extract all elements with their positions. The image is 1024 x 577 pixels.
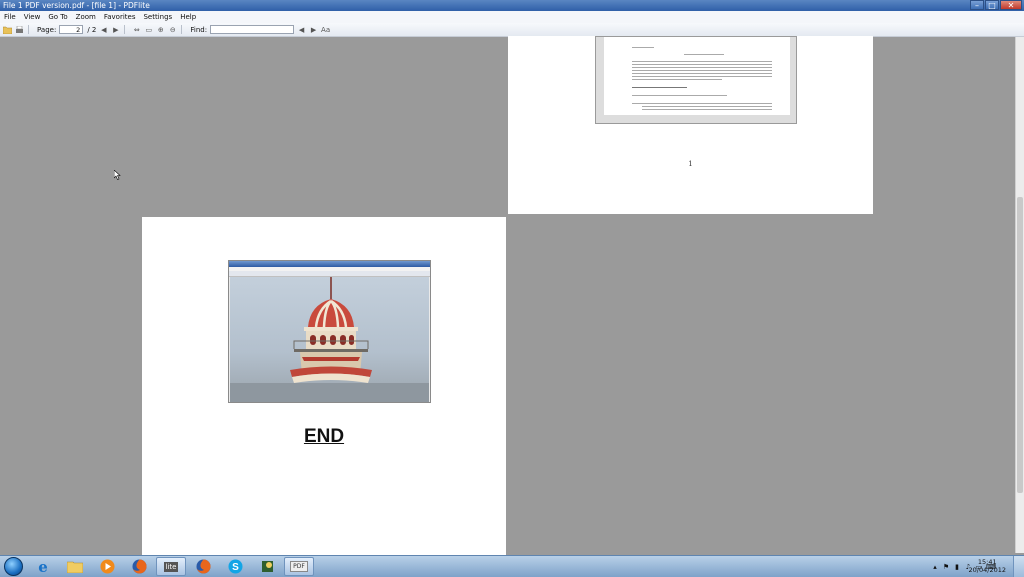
text-line: [632, 61, 772, 62]
toolbar-separator: [124, 25, 125, 34]
window-title: File 1 PDF version.pdf - [file 1] - PDFl…: [3, 0, 150, 11]
taskbar-media-player[interactable]: [92, 557, 122, 576]
window-title-bar: File 1 PDF version.pdf - [file 1] - PDFl…: [0, 0, 1024, 11]
taskbar: e lite S PDF ▴ ⚑ ▮ ♪ ▭ ⌨ 15:41 20/04/201…: [0, 555, 1024, 577]
text-line: [632, 67, 772, 68]
menu-go-to[interactable]: Go To: [44, 13, 71, 21]
svg-text:S: S: [232, 562, 239, 573]
show-desktop-button[interactable]: [1013, 556, 1024, 577]
firefox-icon: [132, 559, 147, 574]
maximize-button[interactable]: □: [985, 0, 999, 10]
firefox-icon: [196, 559, 211, 574]
end-heading: END: [142, 426, 506, 448]
print-icon[interactable]: [15, 25, 24, 34]
scrollbar-thumb[interactable]: [1017, 197, 1023, 493]
text-line: [632, 79, 722, 80]
skype-icon: S: [228, 559, 243, 574]
page-label: Page:: [37, 26, 56, 34]
windows-logo-icon: [4, 557, 23, 576]
media-player-icon: [100, 559, 115, 574]
clock-date: 20/04/2012: [969, 566, 1006, 574]
text-heading: [632, 87, 687, 88]
pdf-icon: PDF: [290, 561, 308, 572]
taskbar-app[interactable]: [252, 557, 282, 576]
menu-help[interactable]: Help: [176, 13, 200, 21]
fit-width-icon[interactable]: ⇔: [132, 25, 141, 34]
text-line: [632, 47, 654, 48]
internet-explorer-icon: e: [38, 558, 48, 576]
page-total: / 2: [87, 26, 96, 34]
zoom-in-icon[interactable]: ⊕: [156, 25, 165, 34]
flag-icon[interactable]: ⚑: [942, 563, 950, 571]
text-line: [632, 95, 727, 96]
show-hidden-icons-icon[interactable]: ▴: [931, 563, 939, 571]
previous-page-icon[interactable]: ◀: [99, 25, 108, 34]
menu-favorites[interactable]: Favorites: [100, 13, 140, 21]
network-icon[interactable]: ▮: [953, 563, 961, 571]
clock-time: 15:41: [969, 558, 1006, 566]
zoom-out-icon[interactable]: ⊖: [168, 25, 177, 34]
pdflite-icon: lite: [164, 562, 179, 572]
text-line: [684, 54, 724, 55]
taskbar-firefox-2[interactable]: [188, 557, 218, 576]
toolbar-separator: [28, 25, 29, 34]
find-next-icon[interactable]: ▶: [309, 25, 318, 34]
taskbar-clock[interactable]: 15:41 20/04/2012: [969, 558, 1006, 574]
text-line: [632, 76, 772, 77]
start-button[interactable]: [0, 556, 26, 577]
menu-settings[interactable]: Settings: [139, 13, 176, 21]
page-number-input[interactable]: 2: [59, 25, 83, 34]
toolbar: Page: 2 / 2 ◀ ▶ ⇔ ▭ ⊕ ⊖ Find: ◀ ▶ Aa: [0, 23, 1024, 37]
taskbar-internet-explorer[interactable]: e: [28, 557, 58, 576]
menu-zoom[interactable]: Zoom: [72, 13, 100, 21]
taskbar-firefox[interactable]: [124, 557, 154, 576]
text-line: [632, 70, 772, 71]
menu-view[interactable]: View: [20, 13, 45, 21]
toolbar-separator: [181, 25, 182, 34]
open-folder-icon[interactable]: [3, 25, 12, 34]
page-number: 1: [508, 160, 873, 168]
vertical-scrollbar[interactable]: [1015, 37, 1024, 553]
text-line: [632, 64, 772, 65]
find-previous-icon[interactable]: ◀: [297, 25, 306, 34]
minimize-button[interactable]: –: [970, 0, 984, 10]
taskbar-pdflite[interactable]: lite: [156, 557, 186, 576]
app-icon: [260, 559, 275, 574]
taskbar-skype[interactable]: S: [220, 557, 250, 576]
find-label: Find:: [190, 26, 207, 34]
helter-skelter-photo: [230, 277, 429, 402]
text-line: [632, 73, 772, 74]
embedded-document-screenshot: [595, 36, 797, 124]
folder-icon: [67, 560, 83, 573]
embedded-document-page: [604, 37, 790, 115]
embedded-app-screenshot: [228, 260, 431, 403]
text-line: [642, 106, 772, 107]
pdf-page-2: END: [142, 217, 506, 555]
menu-file[interactable]: File: [0, 13, 20, 21]
window-controls: – □ ✕: [969, 0, 1022, 11]
pdf-page-1: 1: [508, 36, 873, 214]
taskbar-pdf[interactable]: PDF: [284, 557, 314, 576]
match-case-icon[interactable]: Aa: [321, 25, 330, 34]
close-button[interactable]: ✕: [1000, 0, 1022, 10]
find-input[interactable]: [210, 25, 294, 34]
text-line: [642, 109, 772, 110]
taskbar-file-explorer[interactable]: [60, 557, 90, 576]
fit-page-icon[interactable]: ▭: [144, 25, 153, 34]
text-line: [632, 103, 772, 104]
next-page-icon[interactable]: ▶: [111, 25, 120, 34]
mouse-cursor-icon: [114, 170, 121, 183]
